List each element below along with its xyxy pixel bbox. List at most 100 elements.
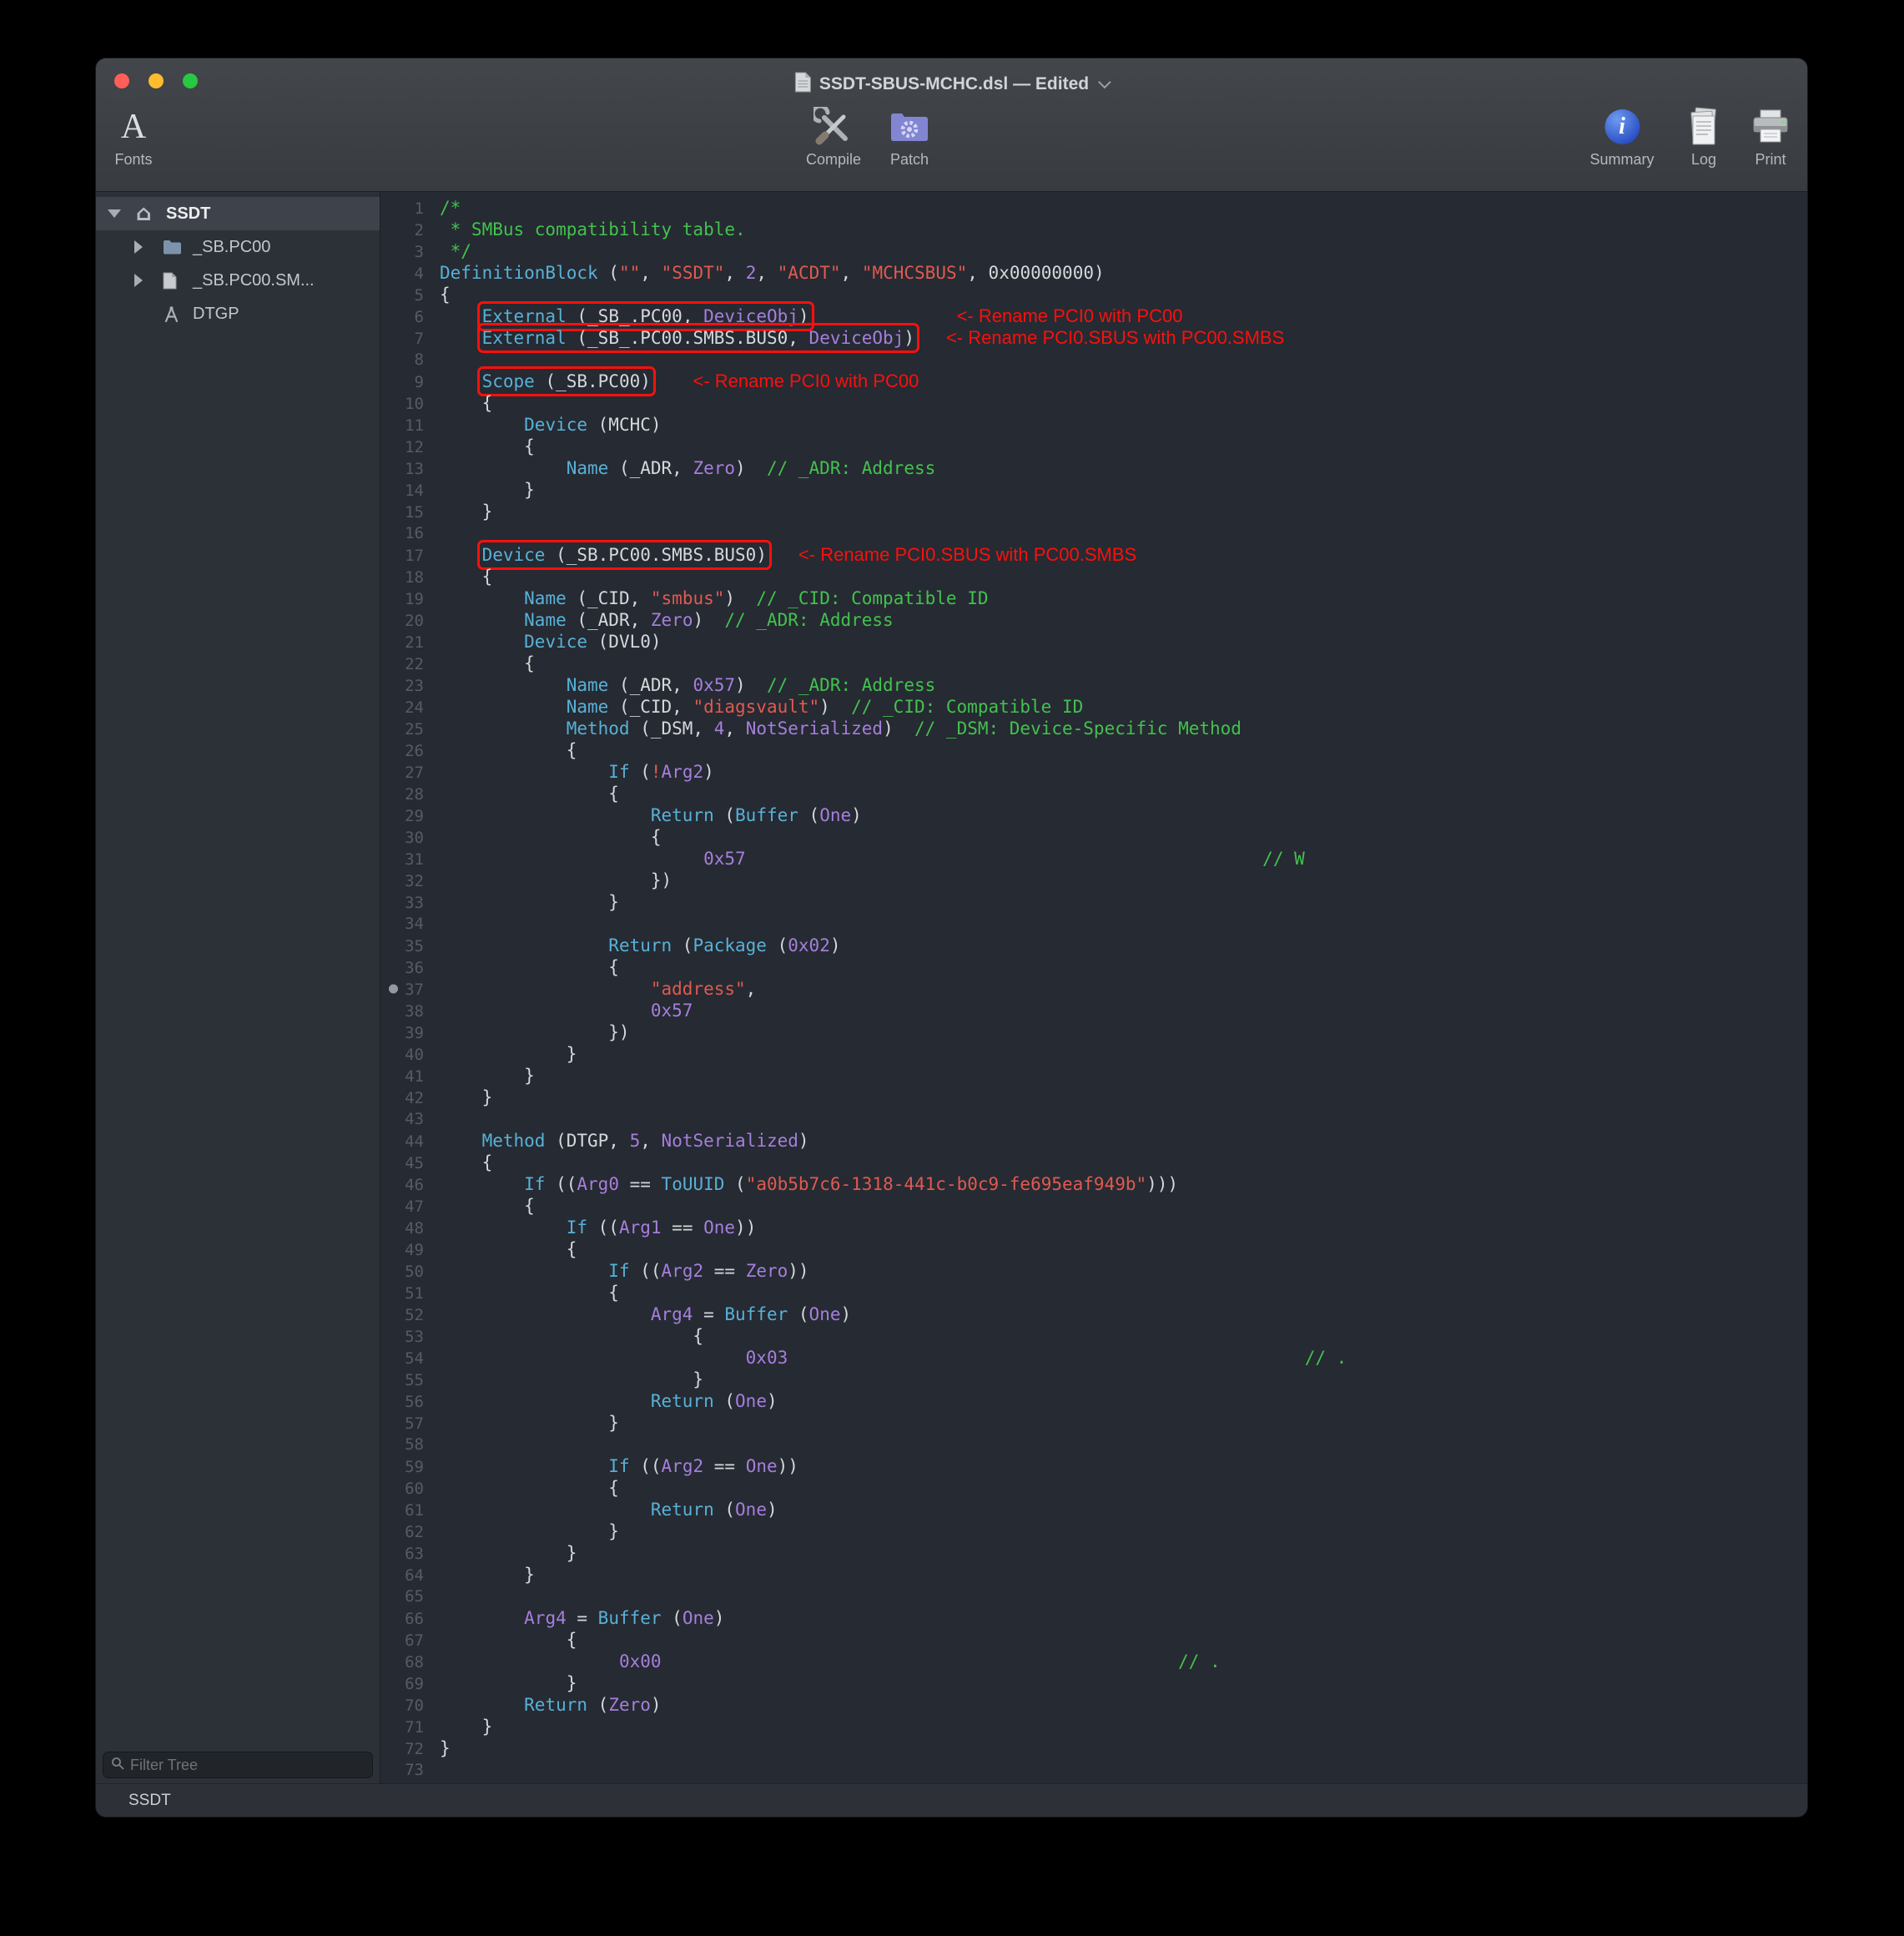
code-line[interactable]: 18 { — [380, 566, 1807, 587]
toolbar-button-fonts[interactable]: A Fonts — [114, 107, 152, 169]
code-line[interactable]: 1/* — [380, 197, 1807, 219]
code-line[interactable]: 29 Return (Buffer (One) — [380, 804, 1807, 826]
home-icon: ⌂ — [136, 203, 166, 224]
code-line[interactable]: 66 Arg4 = Buffer (One) — [380, 1607, 1807, 1629]
code-line[interactable]: 11 Device (MCHC) — [380, 414, 1807, 436]
sidebar-item-sb-pc00[interactable]: _SB.PC00 — [96, 230, 380, 264]
code-line[interactable]: 16 — [380, 522, 1807, 544]
code-line[interactable]: 64 } — [380, 1564, 1807, 1586]
code-line[interactable]: 13 Name (_ADR, Zero) // _ADR: Address — [380, 457, 1807, 479]
patch-highlight-box: External (_SB_.PC00, DeviceObj) — [482, 306, 809, 326]
code-line[interactable]: 17 Device (_SB.PC00.SMBS.BUS0) <- Rename… — [380, 544, 1807, 566]
code-line[interactable]: 62 } — [380, 1520, 1807, 1542]
code-line[interactable]: 34 — [380, 913, 1807, 935]
code-line[interactable]: 42 } — [380, 1086, 1807, 1108]
code-line[interactable]: 45 { — [380, 1152, 1807, 1173]
code-line[interactable]: 2 * SMBus compatibility table. — [380, 219, 1807, 240]
code-line[interactable]: 20 Name (_ADR, Zero) // _ADR: Address — [380, 609, 1807, 631]
code-line[interactable]: 10 { — [380, 392, 1807, 414]
code-line[interactable]: 44 Method (DTGP, 5, NotSerialized) — [380, 1130, 1807, 1152]
toolbar-button-summary[interactable]: i Summary — [1589, 107, 1654, 169]
code-line[interactable]: 65 — [380, 1586, 1807, 1607]
title-chevron-down-icon[interactable] — [1098, 75, 1111, 88]
code-line[interactable]: 57 } — [380, 1412, 1807, 1434]
code-line[interactable]: 30 { — [380, 826, 1807, 848]
code-line[interactable]: 68 0x00 // . — [380, 1651, 1807, 1672]
code-line[interactable]: 41 } — [380, 1065, 1807, 1086]
code-line[interactable]: 69 } — [380, 1672, 1807, 1694]
code-line[interactable]: 38 0x57 — [380, 1000, 1807, 1021]
code-line[interactable]: 40 } — [380, 1043, 1807, 1065]
code-line[interactable]: 60 { — [380, 1477, 1807, 1499]
code-line[interactable]: 35 Return (Package (0x02) — [380, 935, 1807, 956]
code-line[interactable]: 43 — [380, 1108, 1807, 1130]
code-line[interactable]: 61 Return (One) — [380, 1499, 1807, 1520]
toolbar-button-log[interactable]: Log — [1685, 107, 1722, 169]
code-line[interactable]: 63 } — [380, 1542, 1807, 1564]
code-line[interactable]: 8 — [380, 349, 1807, 371]
code-line[interactable]: 28 { — [380, 783, 1807, 804]
code-line[interactable]: 3 */ — [380, 240, 1807, 262]
code-line[interactable]: 36 { — [380, 956, 1807, 978]
code-line[interactable]: 51 { — [380, 1282, 1807, 1303]
code-line[interactable]: 26 { — [380, 739, 1807, 761]
code-line[interactable]: 6 External (_SB_.PC00, DeviceObj) <- Ren… — [380, 305, 1807, 327]
code-line[interactable]: 22 { — [380, 653, 1807, 674]
code-line[interactable]: 70 Return (Zero) — [380, 1694, 1807, 1716]
document-proxy-icon[interactable] — [794, 72, 811, 97]
code-line[interactable]: 55 } — [380, 1369, 1807, 1390]
filter-tree-field[interactable]: Filter Tree — [103, 1752, 373, 1778]
sidebar-item-sb-pc00-sm[interactable]: _SB.PC00.SM... — [96, 264, 380, 297]
code-line[interactable]: 24 Name (_CID, "diagsvault") // _CID: Co… — [380, 696, 1807, 718]
sidebar-item-ssdt[interactable]: ⌂SSDT — [96, 197, 380, 230]
disclosure-down-icon[interactable] — [108, 209, 136, 218]
code-line[interactable]: 12 { — [380, 436, 1807, 457]
code-line[interactable]: 15 } — [380, 501, 1807, 522]
zoom-button[interactable] — [183, 73, 198, 88]
code-line[interactable]: 50 If ((Arg2 == Zero)) — [380, 1260, 1807, 1282]
code-line[interactable]: 27 If (!Arg2) — [380, 761, 1807, 783]
toolbar-button-compile[interactable]: Compile — [806, 107, 861, 169]
code-line[interactable]: 23 Name (_ADR, 0x57) // _ADR: Address — [380, 674, 1807, 696]
code-line[interactable]: 59 If ((Arg2 == One)) — [380, 1455, 1807, 1477]
code-line[interactable]: 25 Method (_DSM, 4, NotSerialized) // _D… — [380, 718, 1807, 739]
code-line[interactable]: 14 } — [380, 479, 1807, 501]
code-line[interactable]: 19 Name (_CID, "smbus") // _CID: Compati… — [380, 587, 1807, 609]
code-line[interactable]: 31 0x57 // W — [380, 848, 1807, 870]
code-editor[interactable]: 1/*2 * SMBus compatibility table.3 */4De… — [380, 192, 1807, 1783]
compile-tools-icon — [813, 107, 854, 147]
code-line[interactable]: 5{ — [380, 284, 1807, 305]
code-line[interactable]: 46 If ((Arg0 == ToUUID ("a0b5b7c6-1318-4… — [380, 1173, 1807, 1195]
window-title-area[interactable]: SSDT-SBUS-MCHC.dsl — Edited — [794, 72, 1109, 97]
code-line[interactable]: 7 External (_SB_.PC00.SMBS.BUS0, DeviceO… — [380, 327, 1807, 349]
code-line[interactable]: 58 — [380, 1434, 1807, 1455]
toolbar-button-patch[interactable]: Patch — [889, 107, 929, 169]
code-line[interactable]: 72} — [380, 1737, 1807, 1759]
disclosure-right-icon[interactable] — [134, 240, 163, 254]
code-line[interactable]: 32 }) — [380, 870, 1807, 891]
code-line[interactable]: 4DefinitionBlock ("", "SSDT", 2, "ACDT",… — [380, 262, 1807, 284]
code-line[interactable]: 52 Arg4 = Buffer (One) — [380, 1303, 1807, 1325]
minimize-button[interactable] — [149, 73, 164, 88]
code-line[interactable]: 21 Device (DVL0) — [380, 631, 1807, 653]
window-title: SSDT-SBUS-MCHC.dsl — Edited — [819, 74, 1089, 94]
close-button[interactable] — [114, 73, 129, 88]
toolbar-button-print[interactable]: Print — [1750, 107, 1791, 169]
code-line[interactable]: 56 Return (One) — [380, 1390, 1807, 1412]
code-text: 0x03 // . — [431, 1347, 1347, 1369]
code-line[interactable]: 47 { — [380, 1195, 1807, 1217]
code-line[interactable]: 33 } — [380, 891, 1807, 913]
line-number: 37 — [380, 979, 431, 1001]
code-line[interactable]: 53 { — [380, 1325, 1807, 1347]
code-line[interactable]: 67 { — [380, 1629, 1807, 1651]
code-line[interactable]: 9 Scope (_SB.PC00) <- Rename PCI0 with P… — [380, 371, 1807, 392]
code-line[interactable]: 48 If ((Arg1 == One)) — [380, 1217, 1807, 1238]
disclosure-right-icon[interactable] — [134, 274, 163, 287]
code-line[interactable]: 39 }) — [380, 1021, 1807, 1043]
code-line[interactable]: 54 0x03 // . — [380, 1347, 1807, 1369]
sidebar-item-dtgp[interactable]: DTGP — [96, 297, 380, 330]
code-line[interactable]: 37 "address", — [380, 978, 1807, 1000]
code-line[interactable]: 71 } — [380, 1716, 1807, 1737]
code-line[interactable]: 49 { — [380, 1238, 1807, 1260]
code-line[interactable]: 73 — [380, 1759, 1807, 1781]
